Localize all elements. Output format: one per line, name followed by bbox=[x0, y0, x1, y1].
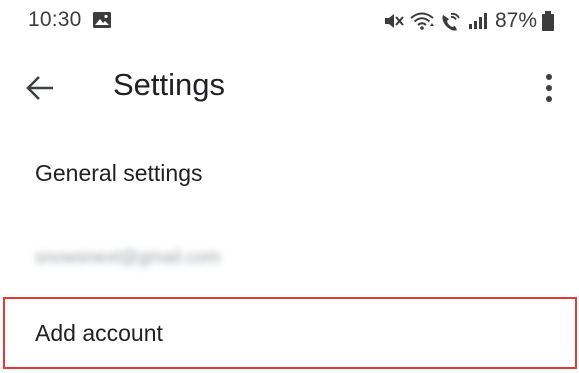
status-time: 10:30 bbox=[28, 8, 82, 31]
general-settings-item[interactable]: General settings bbox=[0, 140, 579, 206]
signal-icon bbox=[468, 13, 487, 29]
status-bar: 10:30 87% bbox=[0, 0, 579, 44]
battery-icon bbox=[542, 11, 554, 31]
general-settings-label: General settings bbox=[35, 160, 203, 186]
app-toolbar: Settings bbox=[0, 48, 579, 128]
status-icons: 87% bbox=[383, 8, 555, 34]
mute-icon bbox=[384, 14, 404, 28]
add-account-label: Add account bbox=[35, 320, 163, 346]
gallery-icon bbox=[93, 12, 111, 28]
account-item[interactable]: snowsnext@gmail.com bbox=[0, 222, 579, 288]
more-options-button[interactable] bbox=[539, 68, 559, 108]
wifi-calling-icon bbox=[442, 12, 460, 31]
account-email: snowsnext@gmail.com bbox=[35, 247, 221, 267]
back-button[interactable] bbox=[22, 70, 58, 106]
more-vert-icon bbox=[546, 74, 552, 102]
wifi-icon bbox=[410, 12, 434, 30]
page-title: Settings bbox=[113, 67, 226, 102]
settings-screen: 10:30 87% Settings General settings snow… bbox=[0, 0, 579, 373]
add-account-item[interactable]: Add account bbox=[3, 297, 577, 369]
arrow-left-icon bbox=[26, 76, 53, 100]
battery-percent: 87% bbox=[494, 9, 537, 32]
